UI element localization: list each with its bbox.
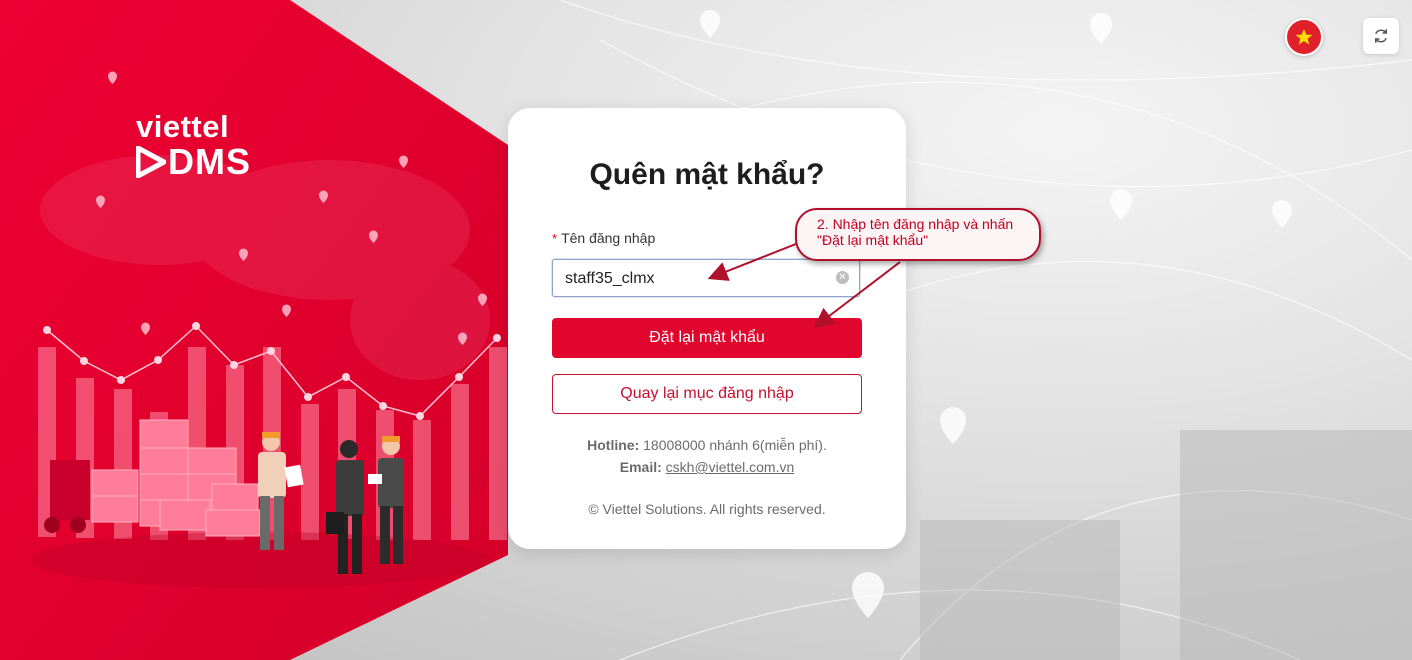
required-mark: * — [552, 231, 558, 246]
reset-password-button[interactable]: Đặt lại mật khẩu — [552, 318, 862, 358]
forgot-password-card: Quên mật khẩu? *Tên đăng nhập ✕ Đặt lại … — [508, 108, 906, 549]
language-switch-button[interactable] — [1285, 18, 1323, 56]
page-title: Quên mật khẩu? — [589, 158, 825, 191]
username-label: * Tên đăng nhập — [552, 230, 655, 246]
viettel-dms-logo: viettel DMS — [136, 109, 278, 182]
logo-text-bottom: DMS — [168, 141, 251, 182]
play-icon — [136, 146, 166, 178]
refresh-icon — [1375, 29, 1387, 43]
username-field[interactable]: ✕ — [552, 259, 860, 298]
vietnam-flag-icon — [1295, 29, 1313, 45]
annotation-callout: 2. Nhập tên đăng nhập và nhấn "Đặt lại m… — [795, 208, 1041, 261]
hotline-label: Hotline: — [587, 437, 640, 453]
email-link[interactable]: cskh@viettel.com.vn — [666, 459, 795, 475]
copyright: © Viettel Solutions. All rights reserved… — [588, 501, 826, 517]
logo-text-top: viettel — [136, 109, 230, 144]
email-label: Email: — [619, 459, 662, 475]
hotline-info: Hotline: 18008000 nhánh 6(miễn phí). — [508, 437, 906, 453]
hotline-value: 18008000 nhánh 6(miễn phí). — [643, 437, 827, 453]
back-to-login-button[interactable]: Quay lại mục đăng nhập — [552, 374, 862, 414]
username-input[interactable] — [563, 260, 827, 298]
clear-icon[interactable]: ✕ — [836, 271, 849, 284]
email-info: Email: cskh@viettel.com.vn — [508, 459, 906, 475]
refresh-button[interactable] — [1363, 18, 1399, 54]
username-label-text: Tên đăng nhập — [561, 230, 656, 246]
